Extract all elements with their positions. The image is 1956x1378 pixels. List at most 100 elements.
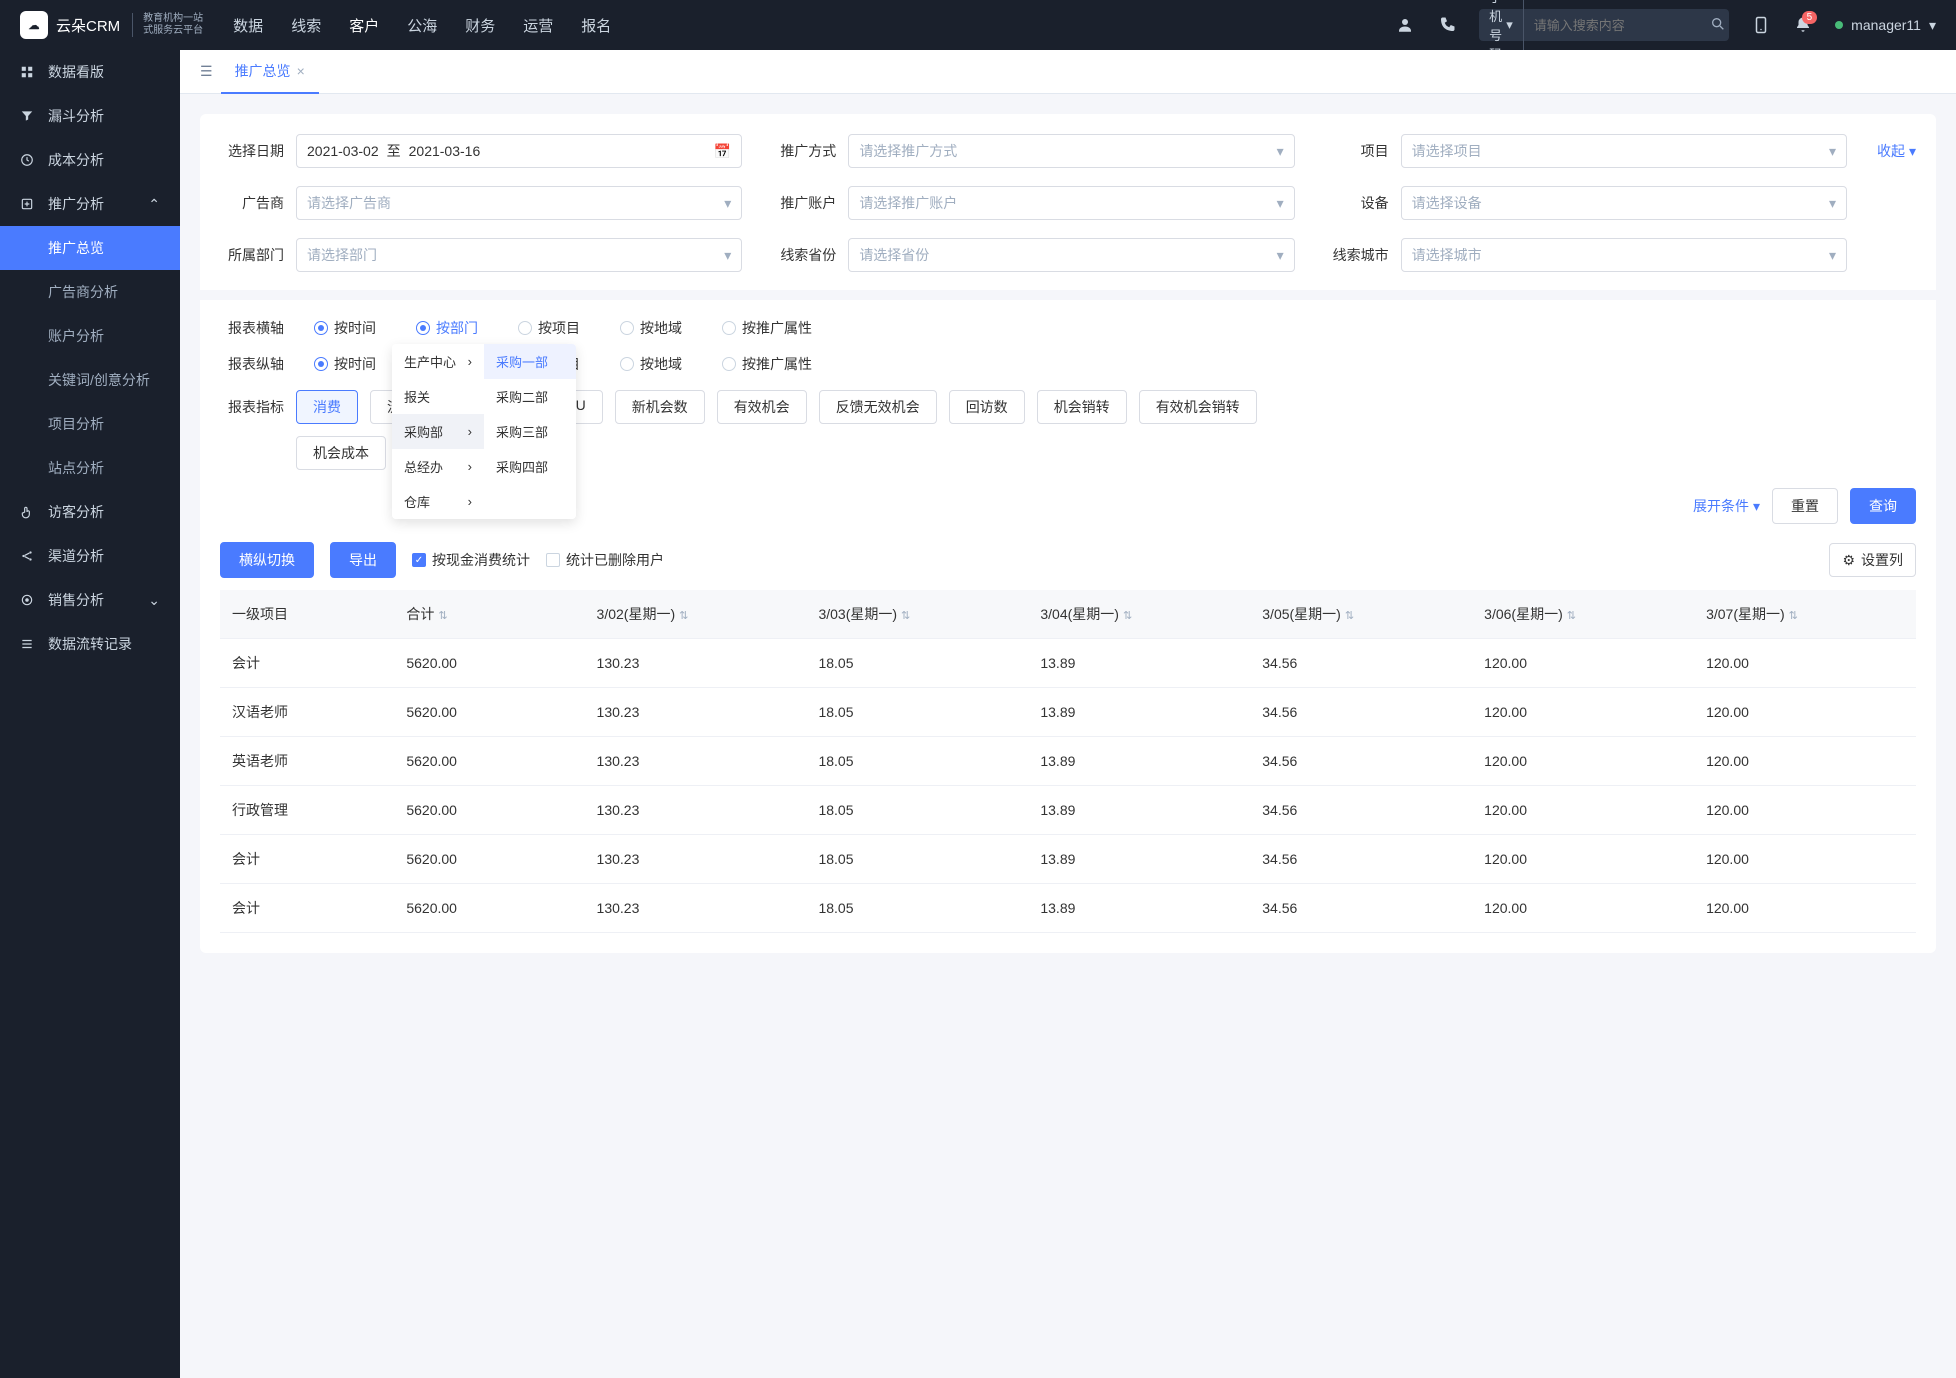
sidebar-item[interactable]: 销售分析⌄ xyxy=(0,578,180,622)
user-menu[interactable]: manager11 ▾ xyxy=(1835,17,1936,34)
query-button[interactable]: 查询 xyxy=(1850,488,1916,524)
chevron-down-icon: ⌄ xyxy=(148,592,160,609)
account-select[interactable]: 请选择推广账户 ▾ xyxy=(848,186,1294,220)
device-select[interactable]: 请选择设备 ▾ xyxy=(1401,186,1847,220)
cell-value: 120.00 xyxy=(1472,639,1694,688)
funnel-icon xyxy=(20,108,36,124)
cell-value: 13.89 xyxy=(1028,639,1250,688)
collapse-filters-toggle[interactable]: 收起 ▾ xyxy=(1877,141,1916,161)
sidebar-item[interactable]: 漏斗分析 xyxy=(0,94,180,138)
metric-tag[interactable]: 机会销转 xyxy=(1037,390,1127,424)
metric-tag[interactable]: 新机会数 xyxy=(615,390,705,424)
advertiser-select[interactable]: 请选择广告商 ▾ xyxy=(296,186,742,220)
reset-button[interactable]: 重置 xyxy=(1772,488,1838,524)
export-button[interactable]: 导出 xyxy=(330,542,396,578)
sidebar: 数据看版漏斗分析成本分析推广分析⌃推广总览广告商分析账户分析关键词/创意分析项目… xyxy=(0,50,180,1378)
th-date[interactable]: 3/03(星期一)⇅ xyxy=(806,590,1028,639)
dept-level1-item[interactable]: 仓库› xyxy=(392,484,484,519)
sidebar-item[interactable]: 访客分析 xyxy=(0,490,180,534)
axis-radio-option[interactable]: 按推广属性 xyxy=(722,318,812,338)
city-label: 线索城市 xyxy=(1325,245,1389,265)
date-range-picker[interactable]: 2021-03-02 至 2021-03-16 📅 xyxy=(296,134,742,168)
topnav-item[interactable]: 运营 xyxy=(523,15,553,36)
metric-tag[interactable]: 回访数 xyxy=(949,390,1025,424)
dept-select[interactable]: 请选择部门 ▾ xyxy=(296,238,742,272)
phone-icon[interactable] xyxy=(1437,15,1457,35)
dept-level1-item[interactable]: 采购部› xyxy=(392,414,484,449)
topnav-item[interactable]: 客户 xyxy=(349,15,379,36)
metric-tag[interactable]: 机会成本 xyxy=(296,436,386,470)
dept-level1-item[interactable]: 生产中心› xyxy=(392,344,484,379)
city-select[interactable]: 请选择城市 ▾ xyxy=(1401,238,1847,272)
th-total[interactable]: 合计⇅ xyxy=(394,590,584,639)
cell-value: 120.00 xyxy=(1694,688,1916,737)
axis-radio-option[interactable]: 按时间 xyxy=(314,354,386,374)
transpose-button[interactable]: 横纵切换 xyxy=(220,542,314,578)
tab-promotion-overview[interactable]: 推广总览 × xyxy=(221,50,319,94)
axis-radio-option[interactable]: 按推广属性 xyxy=(722,354,812,374)
metric-tag[interactable]: 有效机会销转 xyxy=(1139,390,1257,424)
topnav-item[interactable]: 报名 xyxy=(581,15,611,36)
way-select[interactable]: 请选择推广方式 ▾ xyxy=(848,134,1294,168)
axis-radio-option[interactable]: 按时间 xyxy=(314,318,386,338)
axis-radio-option[interactable]: 按项目 xyxy=(518,318,590,338)
user-icon[interactable] xyxy=(1395,15,1415,35)
sidebar-item[interactable]: 推广分析⌃ xyxy=(0,182,180,226)
cell-value: 34.56 xyxy=(1250,786,1472,835)
top-navbar: ☁ 云朵CRM 教育机构一站 式服务云平台 数据 线索 客户 公海 财务 运营 报名 手机号… xyxy=(0,0,1956,50)
th-date[interactable]: 3/02(星期一)⇅ xyxy=(585,590,807,639)
dept-level1-item[interactable]: 报关 xyxy=(392,379,484,414)
metric-tag[interactable]: 反馈无效机会 xyxy=(819,390,937,424)
sidebar-subitem[interactable]: 站点分析 xyxy=(0,446,180,490)
collapse-sidebar-button[interactable]: ☰ xyxy=(192,63,221,80)
th-date[interactable]: 3/06(星期一)⇅ xyxy=(1472,590,1694,639)
data-table: 一级项目合计⇅3/02(星期一)⇅3/03(星期一)⇅3/04(星期一)⇅3/0… xyxy=(220,590,1916,933)
cash-stat-checkbox[interactable]: ✓ 按现金消费统计 xyxy=(412,550,530,570)
sidebar-subitem[interactable]: 项目分析 xyxy=(0,402,180,446)
notification-bell[interactable]: 5 xyxy=(1793,15,1813,35)
checkbox-icon: ✓ xyxy=(412,553,426,567)
topnav-item[interactable]: 公海 xyxy=(407,15,437,36)
search-box: 手机号码 ▾ xyxy=(1479,9,1729,41)
sidebar-subitem[interactable]: 广告商分析 xyxy=(0,270,180,314)
topnav-item[interactable]: 数据 xyxy=(233,15,263,36)
sidebar-item[interactable]: 数据流转记录 xyxy=(0,622,180,666)
topnav-item[interactable]: 财务 xyxy=(465,15,495,36)
mobile-icon[interactable] xyxy=(1751,15,1771,35)
dept-level2-item[interactable]: 采购一部 xyxy=(484,344,576,379)
province-select[interactable]: 请选择省份 ▾ xyxy=(848,238,1294,272)
sidebar-item[interactable]: 成本分析 xyxy=(0,138,180,182)
th-date[interactable]: 3/07(星期一)⇅ xyxy=(1694,590,1916,639)
project-select[interactable]: 请选择项目 ▾ xyxy=(1401,134,1847,168)
sidebar-item[interactable]: 数据看版 xyxy=(0,50,180,94)
logo[interactable]: ☁ 云朵CRM 教育机构一站 式服务云平台 xyxy=(20,11,203,39)
cell-total: 5620.00 xyxy=(394,639,584,688)
th-date[interactable]: 3/04(星期一)⇅ xyxy=(1028,590,1250,639)
account-label: 推广账户 xyxy=(772,193,836,213)
sidebar-item[interactable]: 渠道分析 xyxy=(0,534,180,578)
cell-value: 13.89 xyxy=(1028,737,1250,786)
dept-level1-item[interactable]: 总经办› xyxy=(392,449,484,484)
axis-radio-option[interactable]: 按地域 xyxy=(620,354,692,374)
close-icon[interactable]: × xyxy=(297,63,305,79)
checkbox-icon xyxy=(546,553,560,567)
metric-tag[interactable]: 消费 xyxy=(296,390,358,424)
dept-level2-item[interactable]: 采购二部 xyxy=(484,379,576,414)
th-date[interactable]: 3/05(星期一)⇅ xyxy=(1250,590,1472,639)
dept-level2-item[interactable]: 采购四部 xyxy=(484,449,576,484)
dept-level2-item[interactable]: 采购三部 xyxy=(484,414,576,449)
sidebar-subitem[interactable]: 关键词/创意分析 xyxy=(0,358,180,402)
axis-radio-option[interactable]: 按地域 xyxy=(620,318,692,338)
search-input[interactable] xyxy=(1524,18,1710,33)
axis-radio-option[interactable]: 按部门 xyxy=(416,318,488,338)
advertiser-label: 广告商 xyxy=(220,193,284,213)
sidebar-subitem[interactable]: 推广总览 xyxy=(0,226,180,270)
metric-tag[interactable]: 有效机会 xyxy=(717,390,807,424)
project-label: 项目 xyxy=(1325,141,1389,161)
deleted-users-checkbox[interactable]: 统计已删除用户 xyxy=(546,550,664,570)
topnav-item[interactable]: 线索 xyxy=(291,15,321,36)
set-columns-button[interactable]: ⚙ 设置列 xyxy=(1829,543,1916,577)
expand-conditions-link[interactable]: 展开条件 ▾ xyxy=(1693,496,1760,516)
sidebar-subitem[interactable]: 账户分析 xyxy=(0,314,180,358)
grid-icon xyxy=(20,64,36,80)
